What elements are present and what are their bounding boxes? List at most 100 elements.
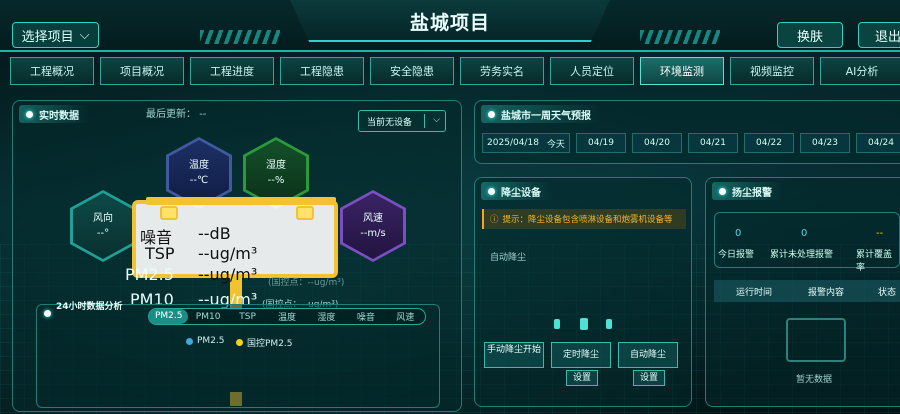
h24-metric-tabs: PM2.5 PM10 TSP 温度 湿度 噪音 风速 [148,308,426,325]
humidity-value: --% [267,175,285,186]
page-title: 盐城项目 [409,12,490,34]
logout-button[interactable]: 退出 [858,22,900,48]
h24-title: 24小时数据分析 [56,302,123,312]
column-status: 状态 [878,288,897,298]
tab-engineering-hazards[interactable]: 工程隐患 [280,57,364,85]
alarm-title: 扬尘报警 [732,187,772,199]
tab-progress[interactable]: 工程进度 [190,57,274,85]
sprinkler-icon [554,319,560,329]
dust-title: 降尘设备 [501,187,541,199]
popup-top-bar [146,197,336,205]
wind-direction-value: --° [96,228,110,239]
main-nav: 工程概况 项目概况 工程进度 工程隐患 安全隐患 劳务实名 人员定位 环境监测 … [10,57,900,85]
weather-day[interactable]: 04/21 [688,133,738,153]
tab-labor[interactable]: 劳务实名 [460,57,544,85]
metric-tab-pm25[interactable]: PM2.5 [149,309,189,324]
auto-dust-button[interactable]: 自动降尘 [618,342,678,368]
metric-tab-pm10[interactable]: PM10 [188,312,227,322]
weather-day[interactable]: 04/23 [800,133,850,153]
panel-dot-icon [488,188,495,195]
device-select-value: 当前无设备 [367,117,413,128]
auto-settings-button[interactable]: 设置 [633,370,665,386]
realtime-panel-header: 实时数据 [19,105,89,123]
weather-day[interactable]: 04/24 [856,133,900,153]
legend-dot-national-pm25 [236,339,243,346]
dust-panel-header: 降尘设备 [481,182,551,200]
metric-tab-humidity[interactable]: 湿度 [307,310,346,323]
weather-panel-header: 盐城市一周天气预报 [481,105,601,123]
sprinkler-icon [580,318,588,330]
chevron-down-icon: ⌵ [79,27,90,43]
weather-panel: 盐城市一周天气预报 [474,100,900,164]
tab-engineering-overview[interactable]: 工程概况 [10,57,94,85]
header-decoration-left [200,30,280,44]
humidity-label: 湿度 [266,160,286,171]
tsp-label: TSP [145,244,175,263]
pm25-value: --ug/m³ [198,265,258,284]
tab-project-overview[interactable]: 项目概况 [100,57,184,85]
metric-tab-wind-speed[interactable]: 风速 [386,310,425,323]
temperature-label: 温度 [189,160,209,171]
empty-inbox-icon [786,318,846,362]
coverage-rate-value: -- [876,228,884,239]
popup-handle-right [296,206,314,220]
column-run-time: 运行时间 [736,288,773,298]
pm25-control-point: (国控点：--ug/m³) [268,278,345,288]
tab-environment-monitoring[interactable]: 环境监测 [640,57,724,85]
scheduled-settings-button[interactable]: 设置 [566,370,598,386]
legend-pm25: PM2.5 [186,336,225,346]
panel-dot-icon [44,310,51,317]
weather-date-today: 2025/04/18 [487,138,539,148]
wind-direction-label: 风向 [93,213,113,224]
metric-tab-temperature[interactable]: 温度 [267,310,306,323]
column-alarm-content: 报警内容 [808,288,845,298]
wind-speed-value: --m/s [360,228,386,239]
last-update-value: -- [199,109,207,120]
weather-day[interactable]: 04/19 [576,133,626,153]
last-update: 最后更新： -- [146,105,206,120]
empty-state-text: 暂无数据 [796,375,833,385]
realtime-title: 实时数据 [39,110,79,122]
device-select[interactable]: 当前无设备 ⌵ [358,110,446,132]
manual-dust-start-button[interactable]: 手动降尘开始 [484,342,544,368]
skin-button[interactable]: 换肤 [777,22,843,48]
project-select[interactable]: 选择项目 ⌵ [12,22,99,48]
chevron-down-icon: ⌵ [433,115,440,125]
info-icon: ⓘ [490,215,499,225]
scheduled-dust-button[interactable]: 定时降尘 [551,342,611,368]
noise-value: --dB [198,224,231,243]
weather-day[interactable]: 04/20 [632,133,682,153]
dust-tip-text: 提示：降尘设备包含喷淋设备和炮雾机设备等 [502,215,673,225]
alarm-panel-header: 扬尘报警 [712,182,782,200]
legend-dot-pm25 [186,337,193,345]
tab-ai-analysis[interactable]: AI分析 [820,57,900,85]
weather-day-today[interactable]: 2025/04/18 今天 [482,133,570,153]
auto-dust-status: 自动降尘 [490,253,527,263]
dust-tip: ⓘ 提示：降尘设备包含喷淋设备和炮雾机设备等 [482,209,686,229]
legend-label-national-pm25: 国控PM2.5 [247,339,293,349]
project-select-label: 选择项目 [21,29,74,45]
legend-national-pm25: 国控PM2.5 [236,336,293,349]
today-alarm-count: 0 [735,228,742,239]
metric-tab-noise[interactable]: 噪音 [346,310,385,323]
temperature-value: --℃ [189,175,209,186]
alarm-table-header: 运行时间 报警内容 状态 [714,280,900,302]
coverage-rate-label: 累计覆盖率 [856,250,893,273]
tab-safety-hazards[interactable]: 安全隐患 [370,57,454,85]
wind-speed-label: 风速 [363,213,383,224]
tab-video-monitoring[interactable]: 视频监控 [730,57,814,85]
sprinkler-icon [606,319,612,329]
header-decoration-right [640,30,720,44]
panel-dot-icon [26,111,33,118]
today-alarm-label: 今日报警 [718,250,755,260]
metric-tab-tsp[interactable]: TSP [228,312,267,322]
weather-today-label: 今天 [546,139,565,150]
legend-label-pm25: PM2.5 [197,336,225,346]
weather-date-row: 2025/04/18 今天 04/19 04/20 04/21 04/22 04… [482,133,900,153]
unhandled-alarm-count: 0 [801,228,808,239]
last-update-label: 最后更新： [146,109,196,120]
weather-day[interactable]: 04/22 [744,133,794,153]
tab-personnel-location[interactable]: 人员定位 [550,57,634,85]
popup-handle-left [160,206,178,220]
weather-title: 盐城市一周天气预报 [501,110,591,122]
